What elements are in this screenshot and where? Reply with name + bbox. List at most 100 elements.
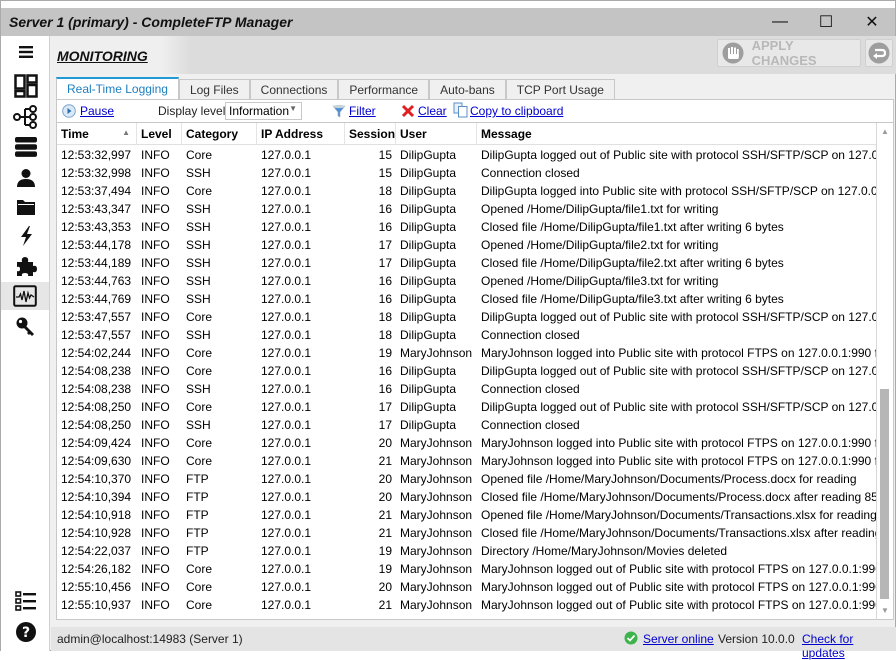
cell-time: 12:53:43,353 bbox=[61, 220, 132, 234]
scrollbar-thumb[interactable] bbox=[880, 389, 889, 599]
cell-ip: 127.0.0.1 bbox=[261, 166, 312, 180]
table-row[interactable]: 12:54:09,630 INFO Core 127.0.0.1 21 MaryJohns… bbox=[57, 452, 877, 470]
sidebar-item-servers[interactable] bbox=[11, 133, 41, 161]
cell-ip: 127.0.0.1 bbox=[261, 526, 312, 540]
table-row[interactable]: 12:55:10,937 INFO Core 127.0.0.1 21 MaryJohns… bbox=[57, 596, 877, 614]
scroll-down-icon[interactable]: ▼ bbox=[877, 602, 893, 619]
table-row[interactable]: 12:54:08,238 INFO Core 127.0.0.1 16 DilipGupt… bbox=[57, 362, 877, 380]
table-row[interactable]: 12:53:47,557 INFO Core 127.0.0.1 18 DilipGupt… bbox=[57, 308, 877, 326]
tab-performance[interactable]: Performance bbox=[338, 79, 430, 99]
copy-to-clipboard-link[interactable]: Copy to clipboard bbox=[470, 104, 563, 118]
sidebar-item-menu[interactable] bbox=[11, 38, 41, 66]
cell-category: SSH bbox=[186, 274, 211, 288]
cell-time: 12:54:08,250 bbox=[61, 400, 132, 414]
table-row[interactable]: 12:53:47,557 INFO SSH 127.0.0.1 18 DilipGupta… bbox=[57, 326, 877, 344]
sidebar-item-monitoring[interactable] bbox=[1, 282, 49, 310]
sidebar-item-users[interactable] bbox=[11, 164, 41, 192]
table-row[interactable]: 12:53:32,997 INFO Core 127.0.0.1 15 DilipGupt… bbox=[57, 146, 877, 164]
table-row[interactable]: 12:55:10,456 INFO Core 127.0.0.1 20 MaryJohns… bbox=[57, 578, 877, 596]
display-level-select[interactable]: Information ▼ bbox=[225, 102, 302, 120]
sidebar-item-events[interactable] bbox=[11, 222, 41, 250]
cell-ip: 127.0.0.1 bbox=[261, 598, 312, 612]
maximize-button[interactable]: ☐ bbox=[803, 8, 849, 36]
cell-time: 12:53:32,997 bbox=[61, 148, 132, 162]
sidebar-item-help[interactable]: ? bbox=[11, 618, 41, 646]
cell-session: 19 bbox=[378, 544, 392, 558]
column-header-message[interactable]: Message bbox=[477, 123, 877, 145]
cell-ip: 127.0.0.1 bbox=[261, 364, 312, 378]
tab-log-files[interactable]: Log Files bbox=[178, 79, 250, 99]
table-row[interactable]: 12:54:02,244 INFO Core 127.0.0.1 19 MaryJohns… bbox=[57, 344, 877, 362]
sidebar-item-security[interactable] bbox=[11, 313, 41, 341]
connection-info: admin@localhost:14983 (Server 1) bbox=[57, 632, 243, 646]
cell-user: DilipGupta bbox=[400, 400, 457, 414]
tab-auto-bans[interactable]: Auto-bans bbox=[429, 79, 506, 99]
scroll-up-icon[interactable]: ▲ bbox=[877, 123, 893, 140]
table-row[interactable]: 12:54:09,424 INFO Core 127.0.0.1 20 MaryJohns… bbox=[57, 434, 877, 452]
cell-message: Connection closed bbox=[481, 418, 580, 432]
filter-link[interactable]: Filter bbox=[349, 104, 376, 118]
cell-user: DilipGupta bbox=[400, 184, 457, 198]
window-top-strip bbox=[1, 1, 895, 8]
column-header-category[interactable]: Category bbox=[182, 123, 257, 145]
table-row[interactable]: 12:54:26,182 INFO Core 127.0.0.1 19 MaryJohns… bbox=[57, 560, 877, 578]
close-button[interactable]: ✕ bbox=[849, 8, 895, 36]
tab-connections[interactable]: Connections bbox=[249, 79, 339, 99]
table-row[interactable]: 12:53:44,763 INFO SSH 127.0.0.1 16 DilipGupta… bbox=[57, 272, 877, 290]
table-row[interactable]: 12:54:10,394 INFO FTP 127.0.0.1 20 MaryJohnso… bbox=[57, 488, 877, 506]
cell-user: MaryJohnson bbox=[400, 598, 473, 612]
table-row[interactable]: 12:53:44,178 INFO SSH 127.0.0.1 17 DilipGupta… bbox=[57, 236, 877, 254]
cell-message: Opened file /Home/MaryJohnson/Documents/… bbox=[481, 508, 877, 522]
cell-ip: 127.0.0.1 bbox=[261, 220, 312, 234]
cell-time: 12:53:47,557 bbox=[61, 310, 132, 324]
table-row[interactable]: 12:54:08,250 INFO Core 127.0.0.1 17 DilipGupt… bbox=[57, 398, 877, 416]
pause-link[interactable]: Pause bbox=[80, 104, 114, 118]
table-row[interactable]: 12:53:44,189 INFO SSH 127.0.0.1 17 DilipGupta… bbox=[57, 254, 877, 272]
vertical-scrollbar[interactable]: ▲ ▼ bbox=[876, 123, 893, 619]
table-row[interactable]: 12:53:43,347 INFO SSH 127.0.0.1 16 DilipGupta… bbox=[57, 200, 877, 218]
section-title: MONITORING bbox=[57, 48, 148, 64]
server-online-link[interactable]: Server online bbox=[643, 632, 714, 646]
cell-level: INFO bbox=[141, 454, 170, 468]
cell-user: DilipGupta bbox=[400, 148, 457, 162]
clear-link[interactable]: Clear bbox=[418, 104, 447, 118]
sidebar-item-sites[interactable] bbox=[11, 103, 41, 131]
sidebar-item-list[interactable] bbox=[11, 587, 41, 615]
column-header-user[interactable]: User bbox=[396, 123, 477, 145]
check-for-updates-link[interactable]: Check for updates bbox=[802, 632, 896, 660]
cell-time: 12:53:44,178 bbox=[61, 238, 132, 252]
sidebar-item-folders[interactable] bbox=[11, 193, 41, 221]
table-row[interactable]: 12:53:44,769 INFO SSH 127.0.0.1 16 DilipGupta… bbox=[57, 290, 877, 308]
play-pause-icon[interactable] bbox=[62, 104, 76, 118]
svg-text:?: ? bbox=[22, 625, 30, 641]
table-row[interactable]: 12:53:32,998 INFO SSH 127.0.0.1 15 DilipGupta… bbox=[57, 164, 877, 182]
cell-message: MaryJohnson logged out of Public site wi… bbox=[481, 598, 877, 612]
table-row[interactable]: 12:53:43,353 INFO SSH 127.0.0.1 16 DilipGupta… bbox=[57, 218, 877, 236]
column-header-time[interactable]: Time ▲ bbox=[57, 123, 137, 145]
table-row[interactable]: 12:54:22,037 INFO FTP 127.0.0.1 19 MaryJohnso… bbox=[57, 542, 877, 560]
cell-message: Closed file /Home/DilipGupta/file1.txt a… bbox=[481, 220, 784, 234]
sidebar-item-dashboard[interactable] bbox=[11, 72, 41, 100]
table-row[interactable]: 12:54:08,250 INFO SSH 127.0.0.1 17 DilipGupta… bbox=[57, 416, 877, 434]
grid-header: Time ▲ Level Category IP Address Session … bbox=[57, 123, 877, 145]
tab-tcp-port-usage[interactable]: TCP Port Usage bbox=[505, 79, 615, 99]
cell-session: 20 bbox=[378, 436, 392, 450]
cell-time: 12:54:10,394 bbox=[61, 490, 132, 504]
puzzle-icon bbox=[17, 257, 37, 276]
column-header-session[interactable]: Session bbox=[345, 123, 396, 145]
table-row[interactable]: 12:54:10,928 INFO FTP 127.0.0.1 21 MaryJohnso… bbox=[57, 524, 877, 542]
table-row[interactable]: 12:54:10,370 INFO FTP 127.0.0.1 20 MaryJohnso… bbox=[57, 470, 877, 488]
apply-changes-button[interactable]: APPLY CHANGES bbox=[717, 38, 861, 68]
table-row[interactable]: 12:54:08,238 INFO SSH 127.0.0.1 16 DilipGupta… bbox=[57, 380, 877, 398]
column-header-level[interactable]: Level bbox=[137, 123, 182, 145]
table-row[interactable]: 12:54:10,918 INFO FTP 127.0.0.1 21 MaryJohnso… bbox=[57, 506, 877, 524]
cell-user: DilipGupta bbox=[400, 292, 457, 306]
sidebar-item-extensions[interactable] bbox=[11, 252, 41, 280]
undo-button[interactable] bbox=[865, 39, 893, 67]
minimize-button[interactable]: — bbox=[757, 8, 803, 36]
tab-real-time-logging[interactable]: Real-Time Logging bbox=[56, 77, 179, 99]
cell-session: 16 bbox=[378, 220, 392, 234]
table-row[interactable]: 12:53:37,494 INFO Core 127.0.0.1 18 DilipGupt… bbox=[57, 182, 877, 200]
cell-message: Closed file /Home/MaryJohnson/Documents/… bbox=[481, 490, 877, 504]
column-header-ip-address[interactable]: IP Address bbox=[257, 123, 345, 145]
